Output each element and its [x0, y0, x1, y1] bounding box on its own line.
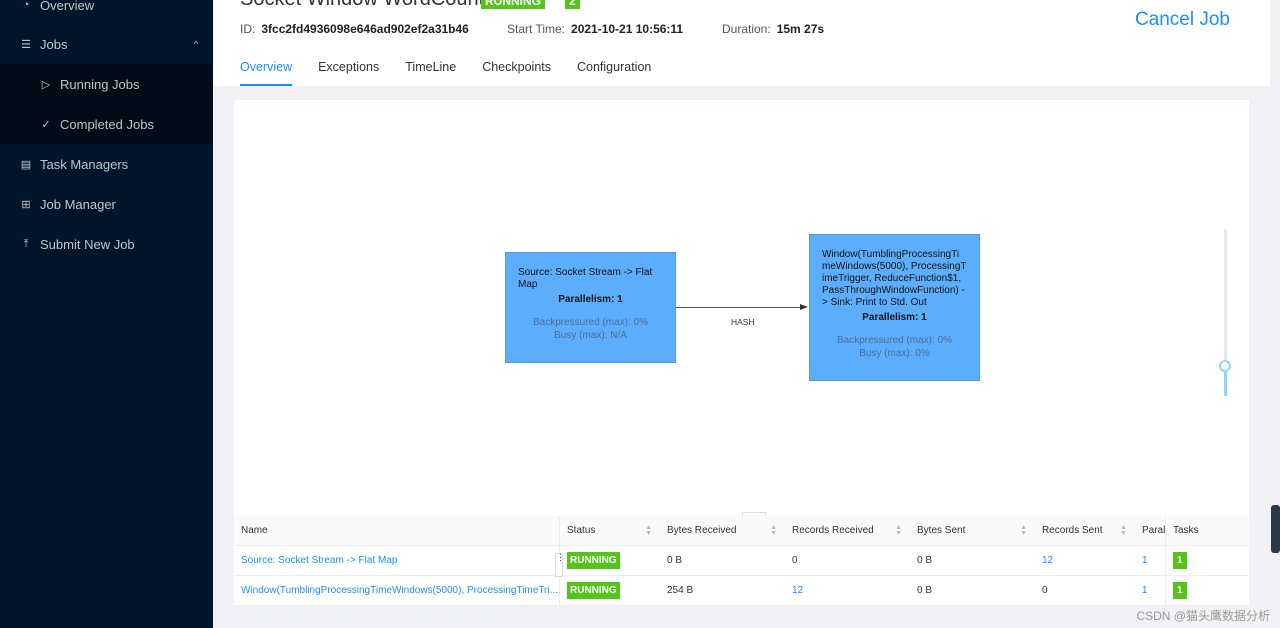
records-received: 0 [792, 555, 798, 566]
sidebar-item-completed-jobs[interactable]: ✓ Completed Jobs [0, 104, 213, 144]
sidebar-item-jobs[interactable]: ☰ Jobs ^ [0, 24, 213, 64]
tasks-badge: 1 [1173, 582, 1187, 599]
status-badge: RUNNING [481, 0, 545, 9]
node-busy: Busy (max): N/A [554, 330, 627, 341]
cancel-job-button[interactable]: Cancel Job [1135, 9, 1230, 31]
scrollbar[interactable] [1270, 0, 1280, 628]
upload-icon: ⤒ [23, 237, 29, 250]
start-time: Start Time: 2021-10-21 10:56:11 [507, 22, 684, 36]
edge-label: HASH [731, 317, 755, 327]
sort-icon: ▲ ▼ [645, 523, 652, 537]
table-header: Name Status ▲ ▼ Bytes Received ▲ ▼ Records R… [234, 516, 1249, 546]
bytes-received: 254 B [667, 585, 694, 596]
zoom-slider[interactable] [1219, 230, 1231, 396]
schedule-icon: ▤ [20, 158, 32, 171]
sidebar-item-submit-new-job[interactable]: ⤒ Submit New Job [0, 224, 213, 264]
col-records-received[interactable]: Records Received ▲ ▼ [785, 516, 910, 545]
col-parallelism[interactable]: Parallelism [1135, 516, 1166, 545]
vertex-table: Name Status ▲ ▼ Bytes Received ▲ ▼ Records R… [234, 516, 1249, 606]
check-circle-icon: ✓ [41, 118, 51, 131]
column-resize-handle[interactable]: ⋮ [555, 553, 565, 577]
bytes-sent: 0 B [917, 555, 933, 566]
vertex-name-link[interactable]: Window(TumblingProcessingTimeWindows(500… [241, 585, 558, 596]
table-row[interactable]: Source: Socket Stream -> Flat Map RUNNIN… [234, 546, 1249, 576]
node-backpressure: Backpressured (max): 0% [532, 317, 649, 328]
records-sent: 0 [1042, 585, 1048, 596]
tab-exceptions[interactable]: Exceptions [318, 60, 379, 86]
node-parallelism: Parallelism: 1 [862, 312, 927, 323]
col-status[interactable]: Status ▲ ▼ [560, 516, 660, 545]
sidebar: ◔ Overview ☰ Jobs ^ ▷ Running Jobs ✓ Complete… [0, 0, 213, 628]
zoom-slider-handle[interactable] [1219, 360, 1231, 372]
status-badge: RUNNING [567, 552, 620, 569]
col-bytes-sent[interactable]: Bytes Sent ▲ ▼ [910, 516, 1035, 545]
col-bytes-received[interactable]: Bytes Received ▲ ▼ [660, 516, 785, 545]
node-busy: Busy (max): 0% [859, 348, 930, 359]
tasks-badge: 1 [1173, 552, 1187, 569]
parallelism: 1 [1135, 546, 1166, 575]
job-graph[interactable] [234, 100, 1249, 516]
play-circle-icon: ▷ [41, 78, 51, 91]
col-name[interactable]: Name [234, 516, 560, 545]
node-backpressure: Backpressured (max): 0% [836, 335, 953, 346]
vertex-name-link[interactable]: Source: Socket Stream -> Flat Map [241, 555, 397, 566]
tab-overview[interactable]: Overview [240, 60, 293, 86]
sort-icon: ▲ ▼ [895, 523, 902, 537]
graph-node-source[interactable]: Source: Socket Stream -> Flat Map Parall… [505, 252, 676, 363]
sidebar-item-overview[interactable]: ◔ Overview [0, 0, 213, 25]
watermark: CSDN @猫头鹰数据分析 [1136, 609, 1270, 623]
job-id: ID: 3fcc2fd4936098e646ad902ef2a31b46 [240, 22, 469, 36]
list-icon: ☰ [21, 38, 31, 51]
records-sent: 12 [1042, 555, 1054, 566]
sort-icon: ▲ ▼ [770, 523, 777, 537]
records-received: 12 [792, 585, 804, 596]
job-header: Socket Window WordCount RUNNING 2 ID:3fc… [213, 0, 1270, 86]
dashboard-icon: ◔ [22, 0, 30, 11]
cluster-icon: ⊞ [21, 198, 31, 211]
tab-bar: Overview Exceptions TimeLine Checkpoints… [240, 60, 651, 86]
tab-checkpoints[interactable]: Checkpoints [482, 60, 551, 86]
node-name: Source: Socket Stream -> Flat Map [518, 267, 653, 290]
bytes-received: 0 B [667, 555, 683, 566]
sort-icon: ▲ ▼ [1120, 523, 1127, 537]
chevron-up-icon: ^ [193, 39, 198, 49]
tab-configuration[interactable]: Configuration [577, 60, 651, 86]
duration: Duration: 15m 27s [722, 22, 825, 36]
sort-icon: ▲ ▼ [1020, 523, 1027, 537]
count-badge: 2 [565, 0, 580, 9]
sidebar-item-running-jobs[interactable]: ▷ Running Jobs [0, 64, 213, 104]
col-tasks[interactable]: Tasks [1166, 516, 1246, 545]
graph-node-window[interactable]: Window(TumblingProcessingTimeWindows(500… [809, 234, 980, 381]
node-name: Window(TumblingProcessingTimeWindows(500… [822, 249, 967, 308]
arrow-icon [800, 304, 808, 310]
col-records-sent[interactable]: Records Sent ▲ ▼ [1035, 516, 1135, 545]
status-badge: RUNNING [567, 582, 620, 599]
sidebar-item-task-managers[interactable]: ▤ Task Managers [0, 144, 213, 184]
job-title: Socket Window WordCount [240, 0, 484, 11]
table-row[interactable]: Window(TumblingProcessingTimeWindows(500… [234, 576, 1249, 606]
node-parallelism: Parallelism: 1 [558, 294, 623, 305]
tab-timeline[interactable]: TimeLine [405, 60, 456, 86]
graph-edge [676, 307, 806, 308]
parallelism: 1 [1135, 576, 1166, 605]
bytes-sent: 0 B [917, 585, 933, 596]
sidebar-item-job-manager[interactable]: ⊞ Job Manager [0, 184, 213, 224]
